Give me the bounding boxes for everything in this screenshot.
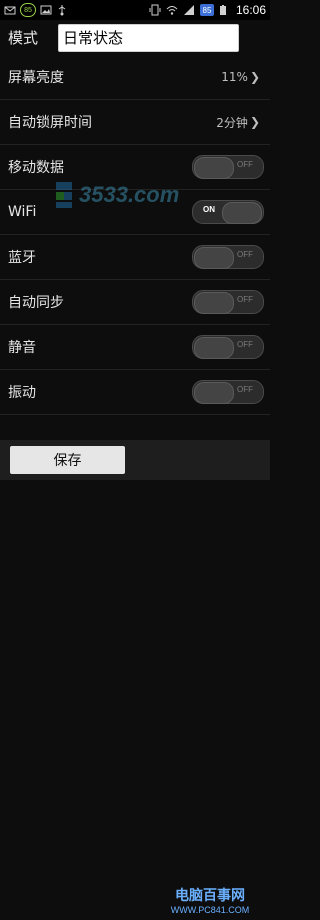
- setting-label: 自动锁屏时间: [8, 115, 92, 131]
- auto-sync-toggle[interactable]: OFF: [192, 290, 264, 314]
- mute-toggle[interactable]: OFF: [192, 335, 264, 359]
- toggle-state: OFF: [237, 250, 253, 259]
- setting-label: 自动同步: [8, 295, 64, 311]
- status-time: 16:06: [235, 3, 266, 17]
- save-button[interactable]: 保存: [10, 446, 125, 474]
- watermark-3533: 3533.com: [55, 175, 205, 215]
- setting-row-screen-timeout[interactable]: 自动锁屏时间 2分钟 ❯: [0, 100, 270, 145]
- mode-name-input[interactable]: 日常状态: [58, 23, 239, 52]
- setting-label: 振动: [8, 385, 36, 401]
- setting-label: 屏幕亮度: [8, 70, 64, 86]
- toggle-knob: [194, 247, 234, 269]
- vibrate-toggle[interactable]: OFF: [192, 380, 264, 404]
- toggle-knob: [194, 382, 234, 404]
- setting-value: 2分钟 ❯: [216, 114, 270, 131]
- badge-value: 85: [24, 6, 32, 14]
- signal-icon: [183, 4, 195, 16]
- usb-icon: [56, 4, 68, 16]
- watermark-text: 3533.com: [79, 182, 180, 207]
- watermark-logo-icon: [55, 180, 73, 210]
- chevron-right-icon: ❯: [249, 70, 260, 84]
- toggle-knob: [194, 292, 234, 314]
- setting-row-brightness[interactable]: 屏幕亮度 11% ❯: [0, 55, 270, 100]
- watermark-pc841: 电脑百事网 WWW.PC841.COM: [150, 880, 270, 920]
- setting-row-auto-sync: 自动同步 OFF: [0, 280, 270, 325]
- toggle-knob: [194, 337, 234, 359]
- notification-count: 85: [199, 4, 214, 16]
- toggle-state: OFF: [237, 385, 253, 394]
- watermark-url: WWW.PC841.COM: [170, 905, 250, 915]
- toggle-state: OFF: [237, 160, 253, 169]
- wifi-icon: [166, 4, 178, 16]
- setting-row-mute: 静音 OFF: [0, 325, 270, 370]
- toggle-state: OFF: [237, 340, 253, 349]
- mode-name-value: 日常状态: [63, 29, 124, 47]
- chevron-right-icon: ❯: [249, 115, 260, 129]
- toggle-knob: [222, 202, 262, 224]
- brightness-value: 11%: [221, 70, 248, 84]
- bottom-bar: 保存 电脑百事网 WWW.PC841.COM: [0, 440, 270, 915]
- watermark-title: 电脑百事网: [175, 887, 245, 903]
- badge-icon: 85: [20, 3, 36, 17]
- battery-icon: [219, 4, 231, 16]
- mode-label: 模式: [8, 29, 39, 47]
- mode-row: 模式 日常状态: [0, 20, 270, 55]
- setting-row-bluetooth: 蓝牙 OFF: [0, 235, 270, 280]
- mail-icon: [4, 4, 16, 16]
- vibrate-icon: [149, 4, 161, 16]
- setting-label: 移动数据: [8, 160, 64, 176]
- timeout-value: 2分钟: [216, 115, 248, 130]
- bluetooth-toggle[interactable]: OFF: [192, 245, 264, 269]
- setting-row-vibrate: 振动 OFF: [0, 370, 270, 415]
- toggle-state: OFF: [237, 295, 253, 304]
- setting-label: 蓝牙: [8, 250, 36, 266]
- setting-label: 静音: [8, 340, 36, 356]
- setting-label: WiFi: [8, 204, 37, 220]
- setting-value: 11% ❯: [221, 70, 270, 84]
- image-icon: [40, 4, 52, 16]
- status-bar: 85 85 16:06: [0, 0, 270, 20]
